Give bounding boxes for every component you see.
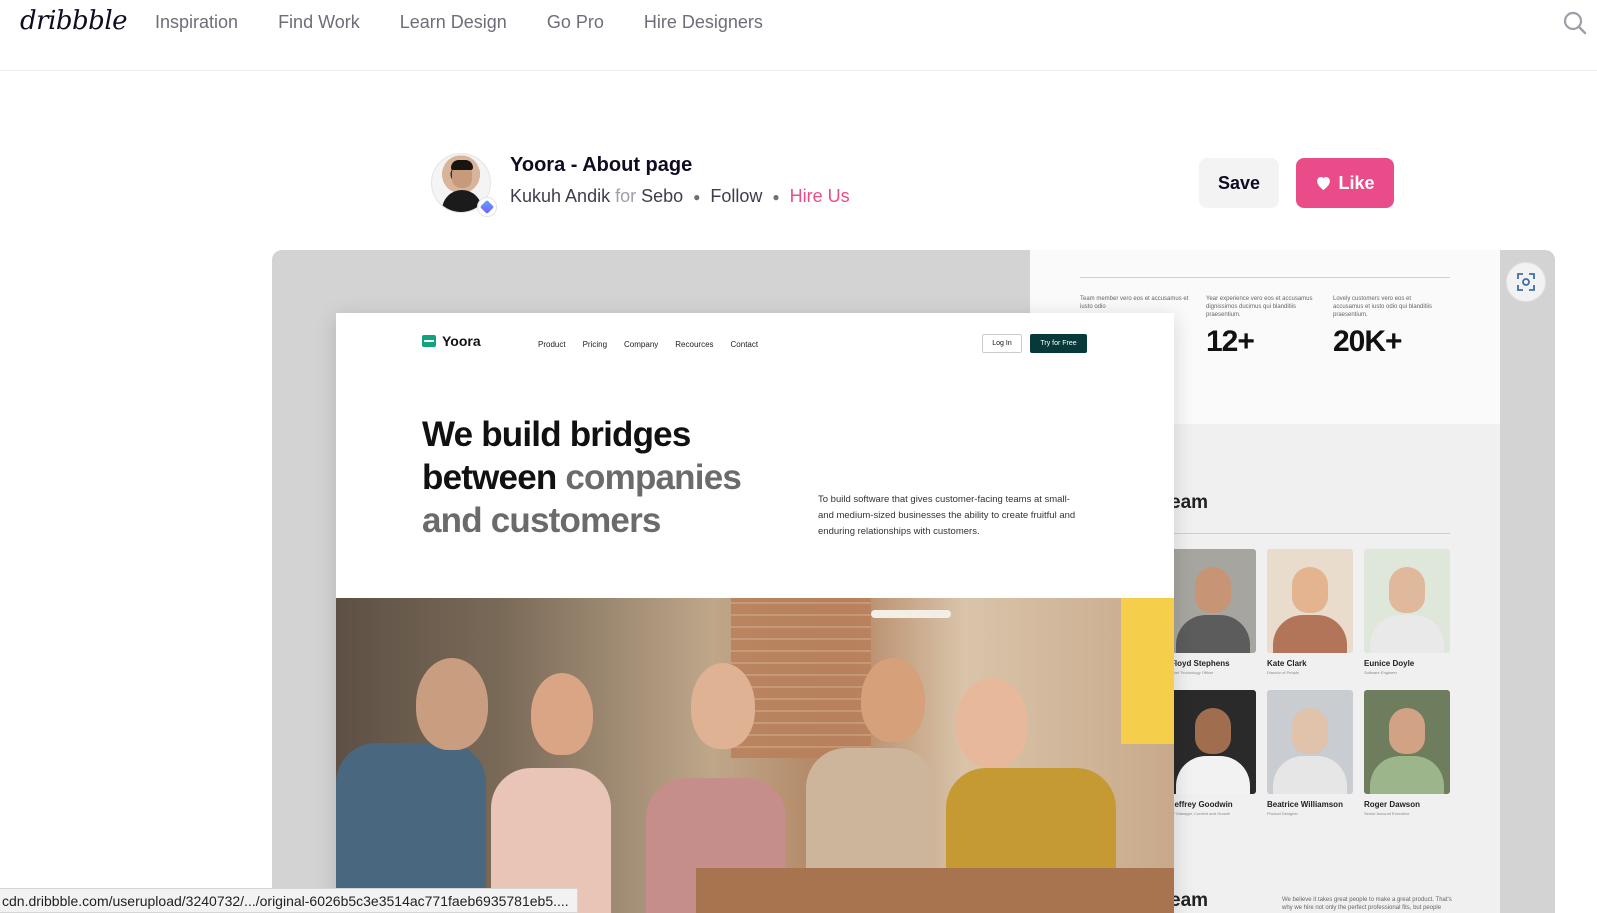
stat-value: 20K+ [1333, 325, 1403, 358]
follow-link[interactable]: Follow [710, 186, 762, 207]
dribbble-logo[interactable]: dribbble [20, 6, 128, 36]
shot-title: Yoora - About page [510, 154, 693, 176]
headline-line-2: between companies [422, 456, 742, 499]
team-member-name: Roger Dawson [1364, 800, 1421, 809]
headline-dark-text: between [422, 458, 557, 497]
team-member-photo [1170, 690, 1256, 794]
mockup-menu: Product Pricing Company Recources Contac… [538, 340, 758, 349]
mockup-login-button: Log In [982, 334, 1022, 353]
author-name-link[interactable]: Kukuh Andik [510, 186, 610, 207]
team-member-role: Senior Account Executive [1364, 811, 1410, 816]
nav-item-go-pro[interactable]: Go Pro [547, 12, 604, 33]
team-divider [1170, 533, 1450, 534]
team-member-role: Chief Technology Officer [1170, 670, 1214, 675]
yoora-brand: Yoora [442, 333, 481, 349]
stat-caption: Year experience vero eos et accusamus di… [1206, 296, 1313, 318]
team-member-role: Software Engineer [1364, 670, 1397, 675]
about-page-preview-main: Yoora Product Pricing Company Recources … [336, 313, 1174, 913]
mockup-menu-item: Pricing [582, 340, 608, 349]
avatar-hair [451, 160, 473, 170]
nav-item-inspiration[interactable]: Inspiration [155, 12, 238, 33]
team-member-card: Jeffrey Goodwin VP Manager, Content and … [1170, 690, 1256, 816]
headline-line-1: We build bridges [422, 415, 691, 454]
shot-author-line: Kukuh Andik for Sebo ● Follow ● Hire Us [510, 186, 850, 207]
team-member-photo [1364, 549, 1450, 653]
nav-item-learn-design[interactable]: Learn Design [400, 12, 507, 33]
team-member-card: Beatrice Williamson Product Designer [1267, 690, 1353, 816]
like-label: Like [1338, 172, 1375, 193]
hire-us-link[interactable]: Hire Us [790, 186, 850, 207]
team-heading-2: eam [1170, 890, 1209, 911]
team-member-role: VP Manager, Content and Growth [1170, 811, 1230, 816]
stat-experience: Year experience vero eos et accusamus di… [1206, 295, 1316, 359]
headline-line-3: and customers [422, 501, 661, 540]
separator-dot: ● [693, 189, 701, 204]
heart-icon [1317, 176, 1331, 191]
status-bar-url: cdn.dribbble.com/userupload/3240732/.../… [0, 888, 578, 913]
team-member-card: Floyd Stephens Chief Technology Officer [1170, 549, 1256, 675]
team-heading: eam [1170, 492, 1209, 513]
separator-dot: ● [772, 189, 780, 204]
team-badge-icon [477, 197, 497, 217]
stat-value: 12+ [1206, 325, 1255, 358]
like-button[interactable]: Like [1296, 158, 1394, 208]
save-button[interactable]: Save [1199, 158, 1279, 208]
team-member-name: Jeffrey Goodwin [1170, 800, 1233, 809]
stat-customers: Lovely customers vero eos et accusamus e… [1333, 295, 1443, 359]
stat-caption: Lovely customers vero eos et accusamus e… [1333, 296, 1433, 318]
team-name-link[interactable]: Sebo [641, 186, 683, 207]
mockup-menu-item: Company [624, 340, 659, 349]
mockup-subtext: To build software that gives customer-fa… [818, 494, 1076, 537]
for-label: for [615, 186, 637, 206]
yoora-logo: Yoora [422, 333, 481, 349]
main-nav: Inspiration Find Work Learn Design Go Pr… [155, 12, 803, 33]
team-member-name: Kate Clark [1267, 659, 1307, 668]
mockup-try-button: Try for Free [1030, 334, 1087, 353]
nav-item-find-work[interactable]: Find Work [278, 12, 360, 33]
team-member-card: Eunice Doyle Software Engineer [1364, 549, 1450, 675]
team-member-role: Director of People [1267, 670, 1300, 675]
top-navigation: dribbble Inspiration Find Work Learn Des… [0, 0, 1597, 71]
team-member-photo [1170, 549, 1256, 653]
mockup-menu-item: Product [538, 340, 566, 349]
mockup-headline: We build bridges between companies and c… [422, 413, 742, 542]
team-blurb: We believe it takes great people to make… [1282, 897, 1452, 911]
mockup-menu-item: Contact [730, 340, 759, 349]
avatar-shoulders [442, 190, 482, 212]
team-member-card: Roger Dawson Senior Account Executive [1364, 690, 1450, 816]
stat-team-members: Team member vero eos et accusamus et ius… [1080, 295, 1190, 311]
shot-image[interactable]: Team member vero eos et accusamus et ius… [272, 250, 1555, 913]
team-member-name: Eunice Doyle [1364, 659, 1415, 668]
team-member-photo [1267, 690, 1353, 794]
team-member-name: Beatrice Williamson [1267, 800, 1343, 809]
fullscreen-icon[interactable] [1506, 262, 1546, 302]
search-icon[interactable] [1562, 10, 1588, 36]
yoora-logo-icon [422, 335, 436, 347]
team-member-role: Product Designer [1267, 811, 1298, 816]
team-member-name: Floyd Stephens [1170, 659, 1230, 668]
team-photo-hero [336, 598, 1174, 913]
team-member-photo [1364, 690, 1450, 794]
team-member-card: Kate Clark Director of People [1267, 549, 1353, 675]
stat-caption: Team member vero eos et accusamus et ius… [1080, 296, 1189, 310]
headline-grey-text: companies [565, 458, 742, 497]
team-member-photo [1267, 549, 1353, 653]
nav-item-hire-designers[interactable]: Hire Designers [644, 12, 763, 33]
stats-divider [1080, 277, 1450, 278]
mockup-menu-item: Recources [675, 340, 714, 349]
